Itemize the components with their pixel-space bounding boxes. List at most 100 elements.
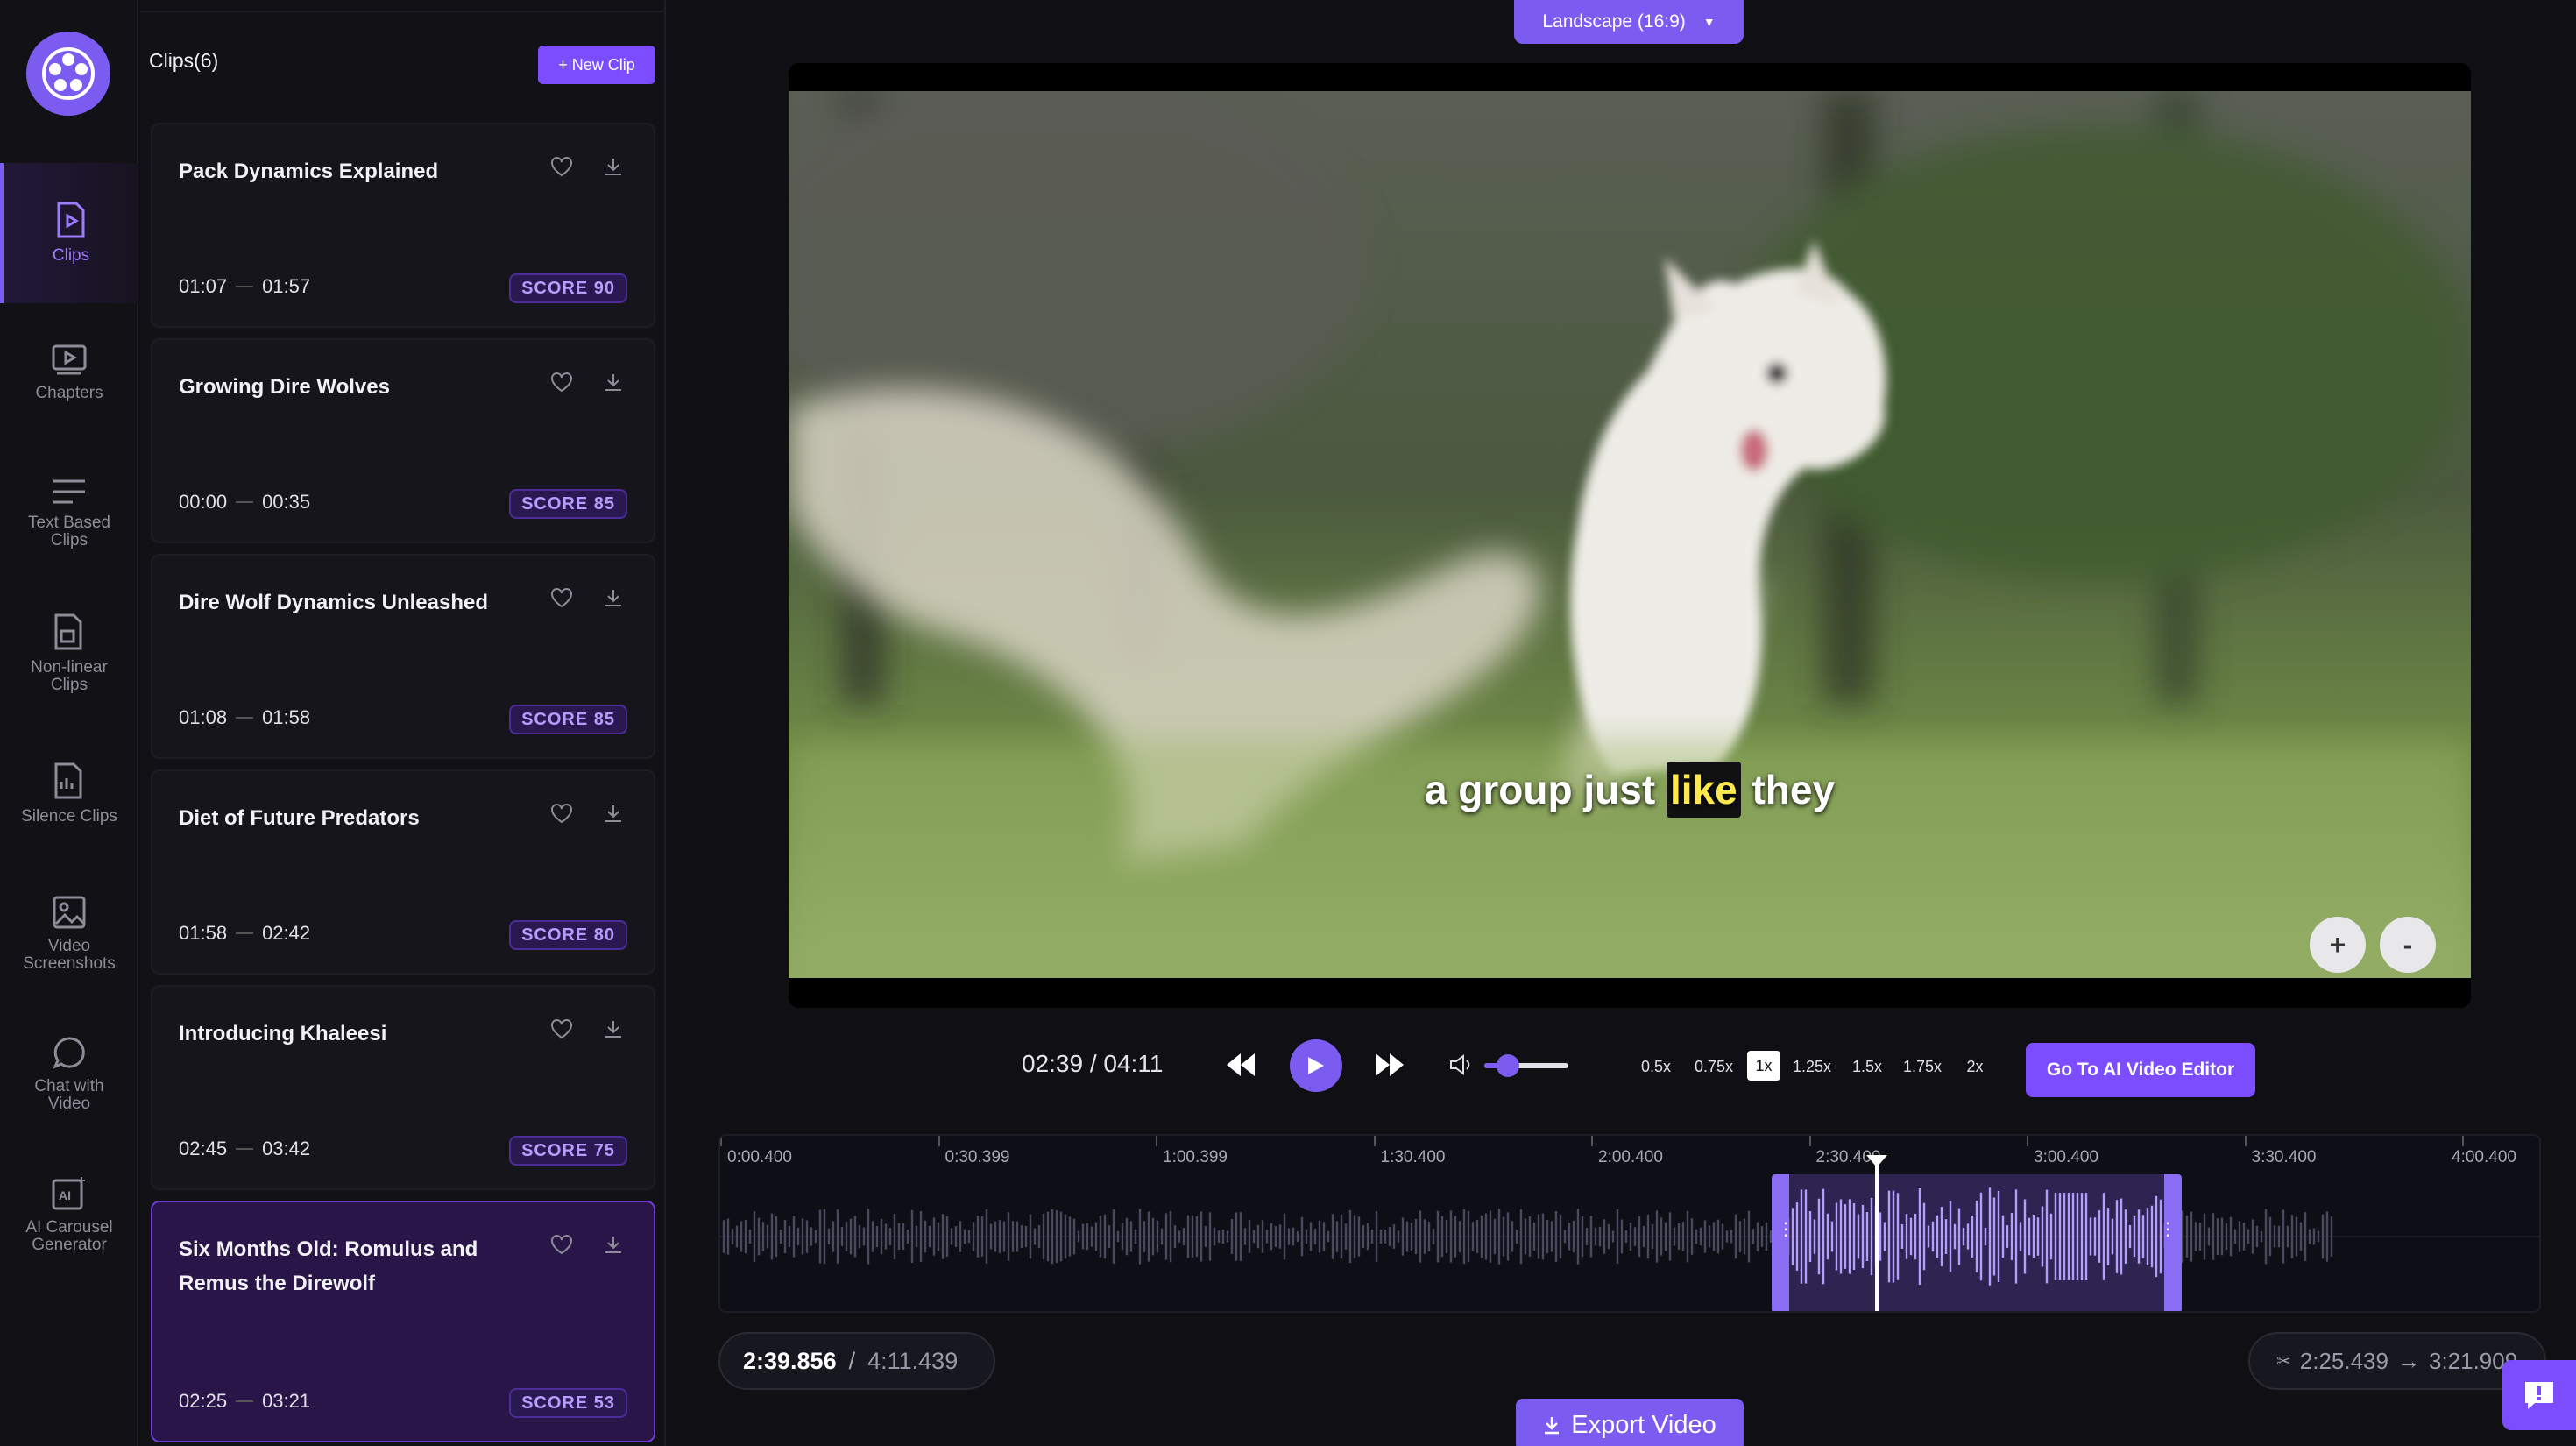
speed-option[interactable]: 1.75x (1901, 1052, 1943, 1081)
timeline[interactable]: 0:00.400 0:30.399 1:00.399 1:30.400 2:00.400… (718, 1134, 2541, 1313)
ruler-label: 1:00.399 (1163, 1148, 1228, 1166)
score-badge: SCORE 90 (509, 273, 627, 303)
speed-option[interactable]: 1.5x (1851, 1052, 1884, 1081)
clip-card[interactable]: Diet of Future Predators 01:58 02:42 SCORE … (151, 769, 655, 975)
heart-icon[interactable] (550, 156, 573, 177)
clip-title: Six Months Old: Romulus and Remus the Di… (179, 1237, 478, 1295)
clip-card[interactable]: Growing Dire Wolves 00:00 00:35 SCORE 85 (151, 338, 655, 543)
nav-item-text-based-clips[interactable]: Text Based Clips (0, 443, 138, 584)
volume-slider[interactable] (1484, 1054, 1568, 1077)
ruler-tick (1808, 1136, 1811, 1146)
clip-card[interactable]: Dire Wolf Dynamics Unleashed 01:08 01:58 SC… (151, 554, 655, 759)
heart-icon[interactable] (550, 372, 573, 393)
speed-option[interactable]: 0.5x (1640, 1052, 1672, 1081)
heart-icon[interactable] (550, 1234, 573, 1255)
silence-icon (54, 762, 82, 799)
ruler-tick (1591, 1136, 1593, 1146)
divider (140, 11, 664, 12)
nav-item-chapters[interactable]: Chapters (0, 303, 138, 443)
ruler-tick (2462, 1136, 2464, 1146)
clip-start: 01:58 (179, 922, 228, 944)
clip-range-display[interactable]: ✂ 2:25.439 → 3:21.909 (2248, 1332, 2546, 1390)
volume-knob[interactable] (1496, 1054, 1519, 1077)
nav-rail: Clips Chapters Text Based Clips Non-line… (0, 0, 138, 1446)
chat-icon (53, 1037, 85, 1069)
caption-text: they (1752, 767, 1836, 812)
clip-time-range: 01:07 01:57 (179, 275, 310, 298)
ai-video-editor-button[interactable]: Go To AI Video Editor (2026, 1043, 2255, 1097)
drag-handle-icon[interactable]: ⋮ (1777, 1221, 1794, 1238)
speed-option[interactable]: 0.75x (1693, 1052, 1735, 1081)
clip-card[interactable]: Introducing Khaleesi 02:45 03:42 SCORE 75 (151, 985, 655, 1190)
clip-time-range: 01:08 01:58 (179, 706, 310, 729)
clip-start: 02:25 (179, 1390, 228, 1412)
ruler-label: 2:00.400 (1598, 1148, 1663, 1166)
image-icon (53, 896, 86, 929)
export-label: Export Video (1571, 1410, 1716, 1439)
clip-title: Introducing Khaleesi (179, 1022, 387, 1046)
nonlinear-icon (54, 613, 82, 650)
text-lines-icon (53, 479, 85, 504)
clip-start: 02:45 (179, 1138, 228, 1159)
play-button[interactable] (1290, 1039, 1342, 1092)
nav-label: AI Carousel Generator (25, 1218, 113, 1254)
nav-item-video-screenshots[interactable]: Video Screenshots (0, 864, 138, 1004)
download-icon[interactable] (603, 803, 624, 824)
nav-label: Non-linear Clips (31, 658, 108, 694)
speed-option[interactable]: 1x (1747, 1051, 1780, 1081)
dash (236, 1400, 254, 1402)
export-video-button[interactable]: Export Video (1516, 1399, 1744, 1446)
clip-card[interactable]: Six Months Old: Romulus and Remus the Di… (151, 1201, 655, 1442)
nav-item-nonlinear-clips[interactable]: Non-linear Clips (0, 584, 138, 724)
zoom-out-button[interactable]: - (2380, 917, 2436, 973)
video-still-image (789, 91, 2471, 978)
video-frame: a group just like they (789, 91, 2471, 978)
ruler-tick (938, 1136, 940, 1146)
app-logo[interactable] (26, 32, 110, 116)
nav-item-ai-carousel[interactable]: AI AI Carousel Generator (0, 1145, 138, 1285)
video-player[interactable]: a group just like they + - (789, 63, 2471, 1008)
download-icon[interactable] (603, 372, 624, 393)
fast-forward-button[interactable] (1374, 1052, 1405, 1082)
playhead[interactable] (1866, 1155, 1887, 1311)
volume-button[interactable] (1449, 1054, 1474, 1080)
new-clip-button[interactable]: + New Clip (538, 46, 655, 84)
heart-icon[interactable] (550, 1018, 573, 1039)
ruler-label: 3:00.400 (2034, 1148, 2098, 1166)
ruler-tick (720, 1136, 722, 1146)
svg-text:AI: AI (59, 1188, 71, 1202)
download-icon[interactable] (603, 1018, 624, 1039)
clip-title: Pack Dynamics Explained (179, 159, 439, 183)
audio-waveform (720, 1187, 2539, 1286)
nav-item-silence-clips[interactable]: Silence Clips (0, 724, 138, 864)
speed-option[interactable]: 1.25x (1791, 1052, 1833, 1081)
nav-label: Chapters (35, 384, 103, 402)
clip-time-range: 01:58 02:42 (179, 922, 310, 945)
dash (236, 1148, 254, 1150)
heart-icon[interactable] (550, 587, 573, 608)
support-chat-button[interactable] (2502, 1360, 2576, 1430)
film-reel-icon (42, 47, 95, 100)
ai-image-icon: AI (52, 1177, 85, 1210)
drag-handle-icon[interactable]: ⋮ (2159, 1221, 2176, 1238)
download-icon[interactable] (603, 1234, 624, 1255)
total-time: 4:11.439 (867, 1347, 959, 1374)
clip-card[interactable]: Pack Dynamics Explained 01:07 01:57 SCORE 9… (151, 123, 655, 328)
rewind-button[interactable] (1225, 1052, 1256, 1082)
speed-option[interactable]: 2x (1964, 1052, 1985, 1081)
download-icon[interactable] (603, 156, 624, 177)
clips-panel: Clips(6) + New Clip Pack Dynamics Explai… (140, 0, 666, 1446)
clip-time-range: 02:45 03:42 (179, 1138, 310, 1160)
nav-item-chat-with-video[interactable]: Chat with Video (0, 1004, 138, 1145)
clip-title: Growing Dire Wolves (179, 375, 390, 399)
aspect-ratio-dropdown[interactable]: Landscape (16:9) ▼ (1514, 0, 1744, 44)
chapters-icon (52, 344, 87, 375)
ruler-tick (1156, 1136, 1157, 1146)
clip-selection-range[interactable]: ⋮ ⋮ (1772, 1174, 2182, 1311)
heart-icon[interactable] (550, 803, 573, 824)
nav-item-clips[interactable]: Clips (0, 163, 138, 303)
caption-text: a group just (1424, 767, 1656, 812)
zoom-in-button[interactable]: + (2310, 917, 2366, 973)
download-icon[interactable] (603, 587, 624, 608)
clip-start: 01:08 (179, 706, 228, 728)
